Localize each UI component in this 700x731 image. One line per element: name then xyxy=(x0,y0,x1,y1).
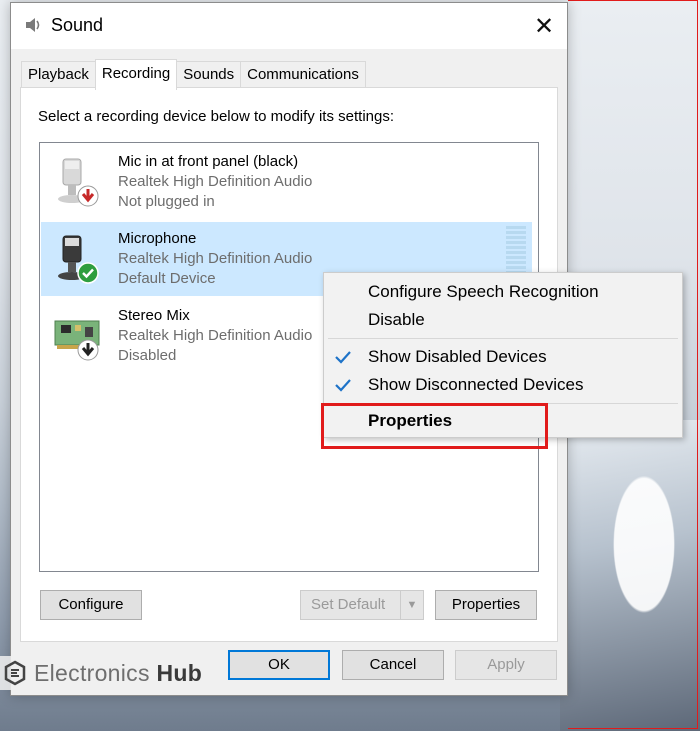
title-bar: Sound ✕ xyxy=(11,3,567,49)
device-status: Default Device xyxy=(118,270,216,287)
instruction-text: Select a recording device below to modif… xyxy=(38,108,395,125)
menu-item-show-disconnected[interactable]: Show Disconnected Devices xyxy=(324,371,682,399)
menu-separator xyxy=(328,338,678,339)
default-device-check-icon xyxy=(77,262,99,284)
tab-strip: Playback Recording Sounds Communications xyxy=(21,59,366,90)
highlight-box xyxy=(321,403,548,449)
watermark-bold: Hub xyxy=(156,659,203,686)
watermark: Electronics Hub xyxy=(0,656,209,690)
menu-item-configure-speech[interactable]: Configure Speech Recognition xyxy=(324,278,682,306)
device-driver: Realtek High Definition Audio xyxy=(118,327,313,344)
device-name: Microphone xyxy=(118,230,197,247)
disabled-badge-icon xyxy=(77,339,99,361)
check-icon xyxy=(335,379,351,392)
ok-button[interactable]: OK xyxy=(228,650,330,680)
check-icon xyxy=(335,351,351,364)
menu-item-label: Disable xyxy=(368,310,425,329)
device-driver: Realtek High Definition Audio xyxy=(118,250,313,267)
menu-item-label: Configure Speech Recognition xyxy=(368,282,599,301)
cancel-button[interactable]: Cancel xyxy=(342,650,444,680)
tab-sounds[interactable]: Sounds xyxy=(176,61,242,88)
device-name: Mic in at front panel (black) xyxy=(118,153,299,170)
tab-playback[interactable]: Playback xyxy=(21,61,96,88)
close-button[interactable]: ✕ xyxy=(521,3,567,49)
sound-card-icon xyxy=(53,311,105,367)
device-item-mic-front[interactable]: Mic in at front panel (black) Realtek Hi… xyxy=(41,145,532,219)
close-icon: ✕ xyxy=(533,12,555,40)
speaker-icon xyxy=(26,18,40,32)
electronics-hub-logo-icon xyxy=(4,660,26,686)
chevron-down-icon[interactable]: ▼ xyxy=(400,591,423,619)
menu-item-label: Show Disconnected Devices xyxy=(368,375,584,394)
microphone-icon xyxy=(53,234,105,290)
watermark-text: Electronics xyxy=(34,659,150,686)
device-driver: Realtek High Definition Audio xyxy=(118,173,313,190)
menu-item-disable[interactable]: Disable xyxy=(324,306,682,334)
unplugged-badge-icon xyxy=(77,185,99,207)
menu-item-show-disabled[interactable]: Show Disabled Devices xyxy=(324,343,682,371)
window-title: Sound xyxy=(51,15,104,35)
set-default-button[interactable]: Set Default ▼ xyxy=(300,590,424,620)
device-status: Not plugged in xyxy=(118,193,215,210)
properties-button[interactable]: Properties xyxy=(435,590,537,620)
configure-button[interactable]: Configure xyxy=(40,590,142,620)
microphone-icon xyxy=(53,157,105,213)
device-status: Disabled xyxy=(118,347,177,364)
tab-recording[interactable]: Recording xyxy=(94,59,178,90)
set-default-label: Set Default xyxy=(311,596,386,613)
menu-item-label: Show Disabled Devices xyxy=(368,347,547,366)
apply-button[interactable]: Apply xyxy=(455,650,557,680)
device-name: Stereo Mix xyxy=(118,307,190,324)
tab-communications[interactable]: Communications xyxy=(240,61,366,88)
